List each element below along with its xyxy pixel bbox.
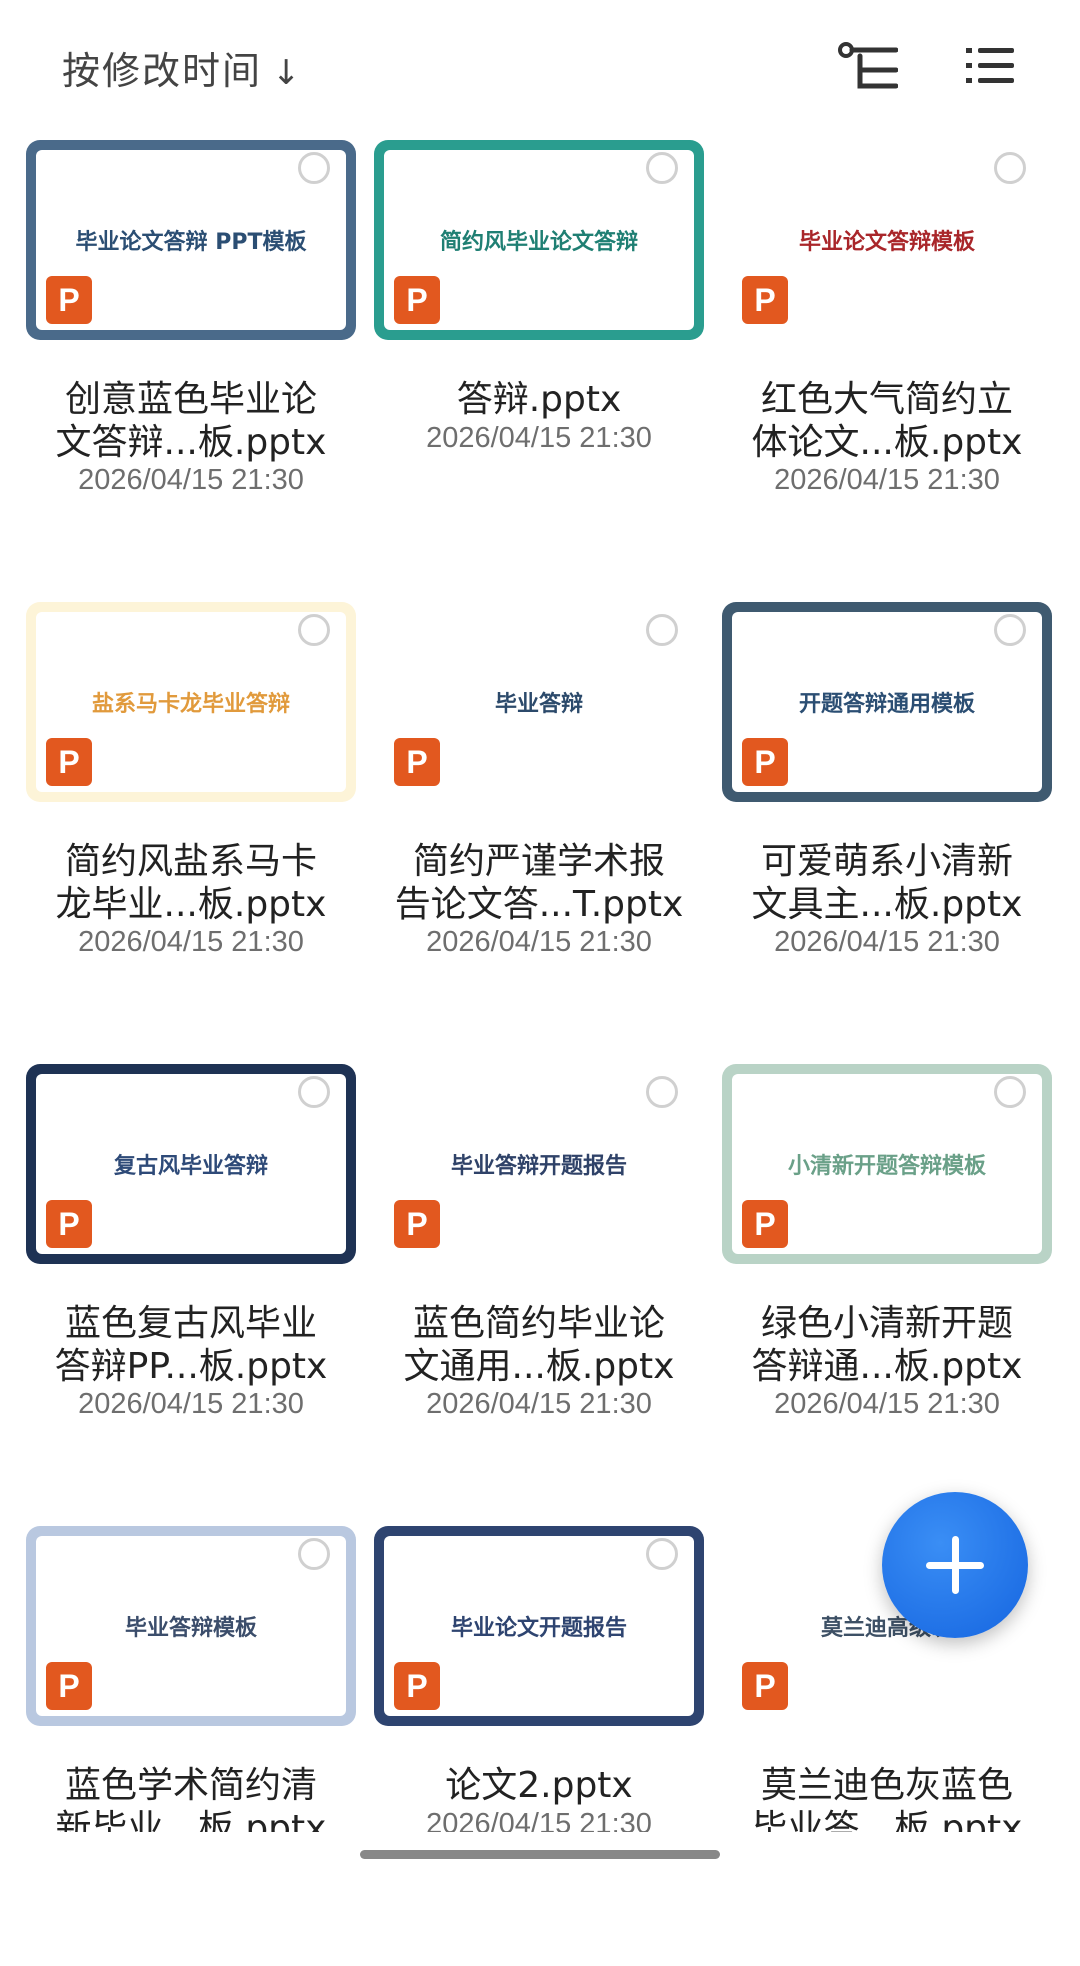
file-date: 2026/04/15 21:30 <box>774 464 1000 496</box>
file-item[interactable]: 盐系马卡龙毕业答辩 P 简约风盐系马卡 龙毕业...板.pptx 2026/04/15… <box>26 602 356 1042</box>
thumbnail-title: 小清新开题答辩模板 <box>787 1154 986 1179</box>
ppt-file-icon: P <box>742 738 788 786</box>
file-name: 可爱萌系小清新 文具主...板.pptx <box>751 841 1023 925</box>
ppt-file-icon: P <box>742 1662 788 1710</box>
file-thumbnail[interactable]: 毕业论文答辩 PPT模板 P <box>26 140 356 340</box>
file-name: 绿色小清新开题 答辩通...板.pptx <box>751 1303 1023 1387</box>
list-view-icon[interactable] <box>966 46 1014 86</box>
file-name: 红色大气简约立 体论文...板.pptx <box>751 379 1023 463</box>
thumbnail-title: 毕业答辩模板 <box>124 1616 257 1641</box>
file-item[interactable]: 毕业论文答辩模板 P 红色大气简约立 体论文...板.pptx 2026/04/15 … <box>722 140 1052 580</box>
ppt-file-icon: P <box>394 1662 440 1710</box>
file-thumbnail[interactable]: 开题答辩通用模板 P <box>722 602 1052 802</box>
select-checkbox[interactable] <box>994 614 1026 646</box>
select-checkbox[interactable] <box>646 1076 678 1108</box>
file-item[interactable]: 毕业答辩 P 简约严谨学术报 告论文答...T.pptx 2026/04/15 21:… <box>374 602 704 1042</box>
bottom-area <box>0 1832 1080 1886</box>
file-date: 2026/04/15 21:30 <box>426 926 652 958</box>
file-thumbnail[interactable]: 简约风毕业论文答辩 P <box>374 140 704 340</box>
file-date: 2026/04/15 21:30 <box>426 422 652 454</box>
file-thumbnail[interactable]: 小清新开题答辩模板 P <box>722 1064 1052 1264</box>
top-bar: 按修改时间 ↓ <box>0 0 1080 130</box>
ppt-file-icon: P <box>46 738 92 786</box>
file-thumbnail[interactable]: 毕业答辩 P <box>374 602 704 802</box>
ppt-file-icon: P <box>46 1662 92 1710</box>
ppt-file-icon: P <box>46 276 92 324</box>
file-date: 2026/04/15 21:30 <box>78 926 304 958</box>
thumbnail-title: 开题答辩通用模板 <box>798 692 975 717</box>
add-button[interactable] <box>882 1492 1028 1638</box>
file-thumbnail[interactable]: 毕业答辩模板 P <box>26 1526 356 1726</box>
ppt-file-icon: P <box>742 276 788 324</box>
thumbnail-title: 毕业论文答辩模板 <box>798 230 975 255</box>
sort-button[interactable]: 按修改时间 ↓ <box>62 40 303 95</box>
thumbnail-title: 毕业论文答辩 PPT模板 <box>75 230 307 255</box>
select-checkbox[interactable] <box>994 1076 1026 1108</box>
file-name: 蓝色复古风毕业 答辩PP...板.pptx <box>54 1303 328 1387</box>
file-item[interactable]: 简约风毕业论文答辩 P 答辩.pptx 2026/04/15 21:30 <box>374 140 704 580</box>
file-name: 论文2.pptx <box>445 1765 633 1806</box>
file-date: 2026/04/15 21:30 <box>774 1388 1000 1420</box>
thumbnail-title: 毕业论文开题报告 <box>450 1616 627 1641</box>
file-name: 简约风盐系马卡 龙毕业...板.pptx <box>55 841 327 925</box>
file-name: 创意蓝色毕业论 文答辩...板.pptx <box>55 379 327 463</box>
ppt-file-icon: P <box>394 1200 440 1248</box>
file-name: 答辩.pptx <box>456 379 622 420</box>
thumbnail-title: 复古风毕业答辩 <box>113 1154 268 1179</box>
file-date: 2026/04/15 21:30 <box>426 1388 652 1420</box>
file-thumbnail[interactable]: 毕业答辩开题报告 P <box>374 1064 704 1264</box>
thumbnail-title: 毕业答辩开题报告 <box>450 1154 627 1179</box>
home-indicator[interactable] <box>360 1850 720 1859</box>
file-thumbnail[interactable]: 毕业论文开题报告 P <box>374 1526 704 1726</box>
select-checkbox[interactable] <box>298 614 330 646</box>
sort-direction-icon: ↓ <box>272 53 303 93</box>
file-thumbnail[interactable]: 毕业论文答辩模板 P <box>722 140 1052 340</box>
ppt-file-icon: P <box>742 1200 788 1248</box>
file-thumbnail[interactable]: 复古风毕业答辩 P <box>26 1064 356 1264</box>
thumbnail-title: 毕业答辩 <box>494 692 583 717</box>
file-item[interactable]: 毕业答辩模板 P 蓝色学术简约清 新毕业...板.pptx <box>26 1526 356 1966</box>
select-checkbox[interactable] <box>646 1538 678 1570</box>
file-item[interactable]: 开题答辩通用模板 P 可爱萌系小清新 文具主...板.pptx 2026/04/15 … <box>722 602 1052 1042</box>
file-item[interactable]: 毕业论文答辩 PPT模板 P 创意蓝色毕业论 文答辩...板.pptx 2026/04… <box>26 140 356 580</box>
file-item[interactable]: 小清新开题答辩模板 P 绿色小清新开题 答辩通...板.pptx 2026/04/15… <box>722 1064 1052 1504</box>
ppt-file-icon: P <box>394 276 440 324</box>
file-item[interactable]: 复古风毕业答辩 P 蓝色复古风毕业 答辩PP...板.pptx 2026/04/15 … <box>26 1064 356 1504</box>
tree-view-icon[interactable] <box>838 42 898 94</box>
thumbnail-title: 简约风毕业论文答辩 <box>439 230 638 255</box>
file-date: 2026/04/15 21:30 <box>774 926 1000 958</box>
select-checkbox[interactable] <box>298 1076 330 1108</box>
select-checkbox[interactable] <box>646 614 678 646</box>
select-checkbox[interactable] <box>298 152 330 184</box>
sort-label: 按修改时间 <box>62 49 263 93</box>
file-item[interactable]: 毕业论文开题报告 P 论文2.pptx 2026/04/15 21:30 <box>374 1526 704 1966</box>
select-checkbox[interactable] <box>994 152 1026 184</box>
select-checkbox[interactable] <box>646 152 678 184</box>
thumbnail-title: 盐系马卡龙毕业答辩 <box>91 692 290 717</box>
select-checkbox[interactable] <box>298 1538 330 1570</box>
file-date: 2026/04/15 21:30 <box>78 464 304 496</box>
file-item[interactable]: 毕业答辩开题报告 P 蓝色简约毕业论 文通用...板.pptx 2026/04/15 … <box>374 1064 704 1504</box>
file-thumbnail[interactable]: 盐系马卡龙毕业答辩 P <box>26 602 356 802</box>
ppt-file-icon: P <box>394 738 440 786</box>
file-name: 蓝色简约毕业论 文通用...板.pptx <box>403 1303 675 1387</box>
ppt-file-icon: P <box>46 1200 92 1248</box>
file-date: 2026/04/15 21:30 <box>78 1388 304 1420</box>
file-name: 简约严谨学术报 告论文答...T.pptx <box>394 841 684 925</box>
